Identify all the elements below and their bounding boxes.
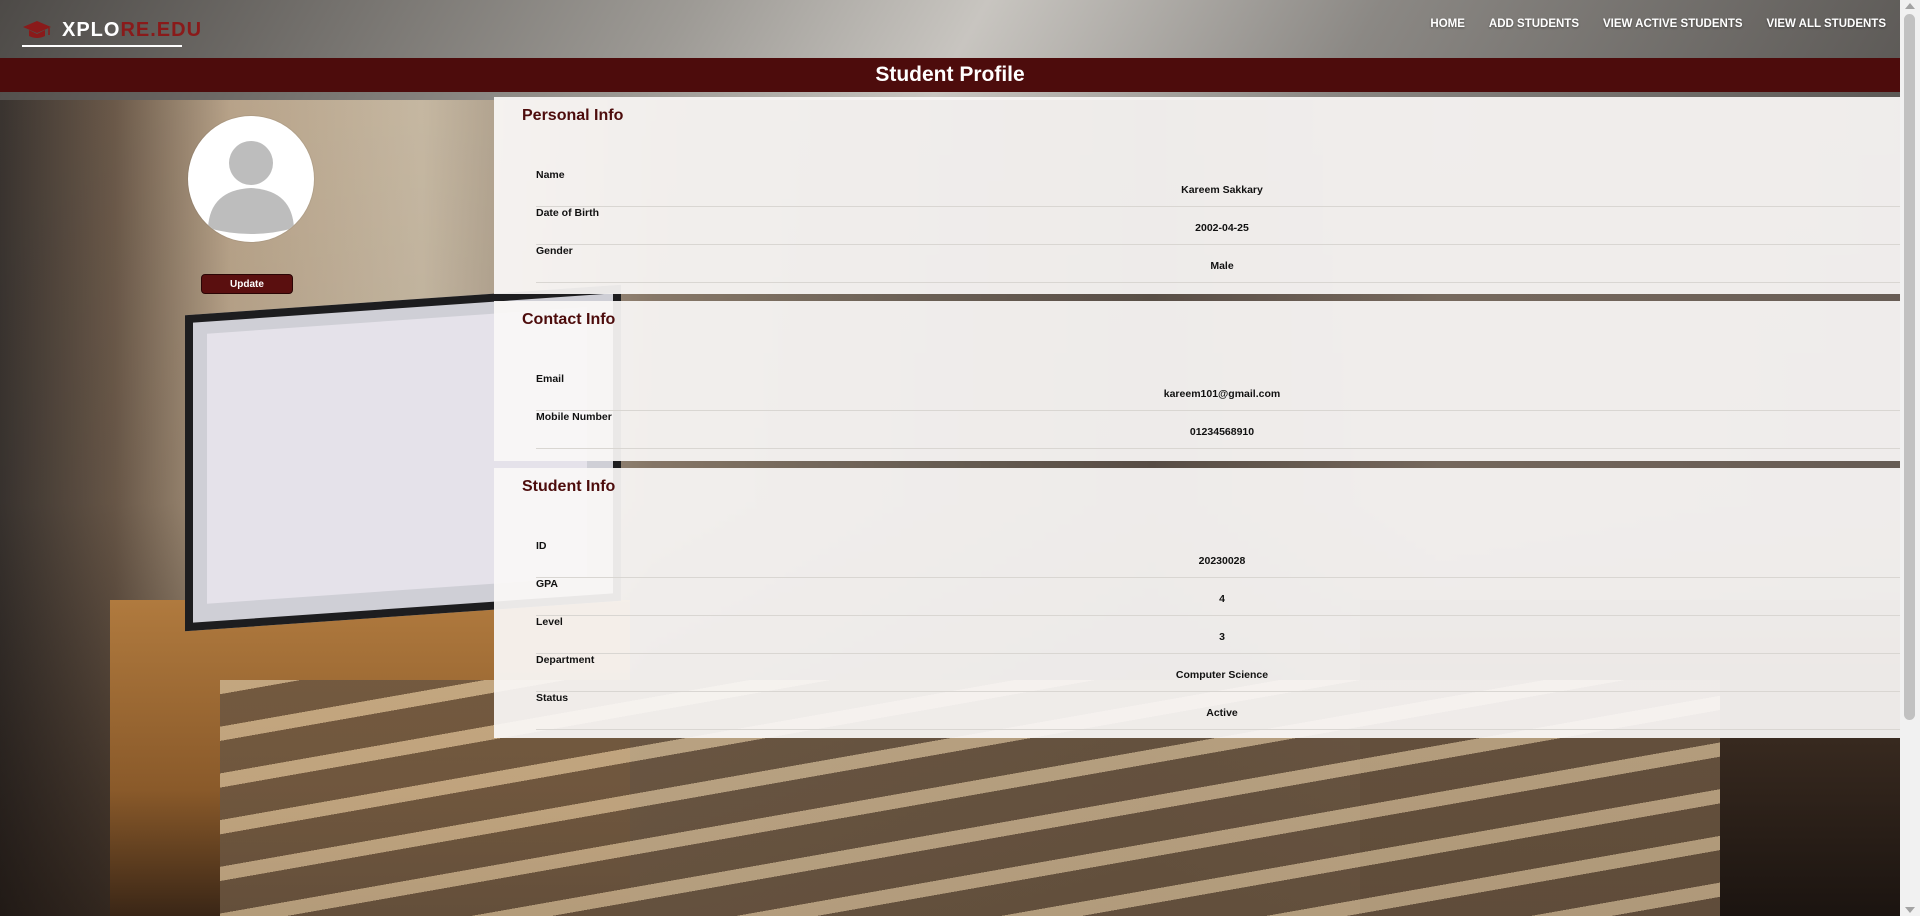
brand-name: XPLORE.EDU: [62, 19, 202, 42]
name-label: Name: [536, 169, 565, 181]
info-row-department: Department Computer Science: [536, 654, 1900, 692]
level-label: Level: [536, 616, 563, 628]
scroll-down-arrow-icon[interactable]: [1905, 907, 1915, 913]
status-value: Active: [1206, 707, 1238, 719]
personal-info-card: Personal Info Name Kareem Sakkary Date o…: [494, 97, 1900, 294]
brand-name-part2: RE.EDU: [120, 18, 203, 41]
email-value: kareem101@gmail.com: [1163, 388, 1281, 400]
id-value: 20230028: [1198, 555, 1246, 567]
brand-logo[interactable]: XPLORE.EDU: [22, 14, 202, 46]
scrollbar-thumb[interactable]: [1904, 14, 1915, 720]
department-value: Computer Science: [1175, 669, 1269, 681]
info-row-email: Email kareem101@gmail.com: [536, 373, 1900, 411]
personal-info-rows: Name Kareem Sakkary Date of Birth 2002-0…: [536, 169, 1900, 283]
info-row-gender: Gender Male: [536, 245, 1900, 283]
nav-view-all-students[interactable]: VIEW ALL STUDENTS: [1767, 18, 1886, 30]
department-label: Department: [536, 654, 595, 666]
top-navbar: XPLORE.EDU HOME ADD STUDENTS VIEW ACTIVE…: [0, 0, 1920, 58]
page-scrollbar[interactable]: [1900, 0, 1920, 916]
user-avatar-icon: [208, 141, 294, 234]
nav-home[interactable]: HOME: [1430, 18, 1465, 30]
mobile-number-value: 01234568910: [1189, 426, 1255, 438]
id-label: ID: [536, 540, 547, 552]
student-info-rows: ID 20230028 GPA 4 Level 3 Department Com…: [536, 540, 1900, 730]
nav-view-active-students[interactable]: VIEW ACTIVE STUDENTS: [1603, 18, 1743, 30]
email-label: Email: [536, 373, 565, 385]
brand-underline: [22, 45, 182, 47]
brand-name-part1: XPLO: [62, 18, 121, 41]
page-title-band: Student Profile: [0, 58, 1900, 92]
info-row-date-of-birth: Date of Birth 2002-04-25: [536, 207, 1900, 245]
date-of-birth-value: 2002-04-25: [1195, 222, 1249, 234]
avatar: [188, 116, 314, 242]
info-row-mobile-number: Mobile Number 01234568910: [536, 411, 1900, 449]
graduation-cap-icon: [23, 21, 51, 38]
mobile-number-label: Mobile Number: [536, 411, 612, 423]
gender-value: Male: [1210, 260, 1234, 272]
level-value: 3: [1219, 631, 1225, 643]
gpa-value: 4: [1219, 593, 1225, 605]
info-row-id: ID 20230028: [536, 540, 1900, 578]
update-button[interactable]: Update: [201, 274, 293, 294]
info-row-level: Level 3: [536, 616, 1900, 654]
nav-links: HOME ADD STUDENTS VIEW ACTIVE STUDENTS V…: [1430, 18, 1886, 30]
status-label: Status: [536, 692, 569, 704]
date-of-birth-label: Date of Birth: [536, 207, 599, 219]
name-value: Kareem Sakkary: [1181, 184, 1263, 196]
student-info-title: Student Info: [522, 478, 616, 495]
contact-info-rows: Email kareem101@gmail.com Mobile Number …: [536, 373, 1900, 449]
page-title: Student Profile: [875, 63, 1025, 86]
nav-add-students[interactable]: ADD STUDENTS: [1489, 18, 1579, 30]
gpa-label: GPA: [536, 578, 558, 590]
contact-info-title: Contact Info: [522, 311, 616, 328]
personal-info-title: Personal Info: [522, 107, 624, 124]
scroll-up-arrow-icon[interactable]: [1905, 3, 1915, 9]
contact-info-card: Contact Info Email kareem101@gmail.com M…: [494, 301, 1900, 461]
gender-label: Gender: [536, 245, 573, 257]
student-info-card: Student Info ID 20230028 GPA 4 Level 3 D…: [494, 468, 1900, 738]
info-row-status: Status Active: [536, 692, 1900, 730]
info-row-name: Name Kareem Sakkary: [536, 169, 1900, 207]
info-row-gpa: GPA 4: [536, 578, 1900, 616]
